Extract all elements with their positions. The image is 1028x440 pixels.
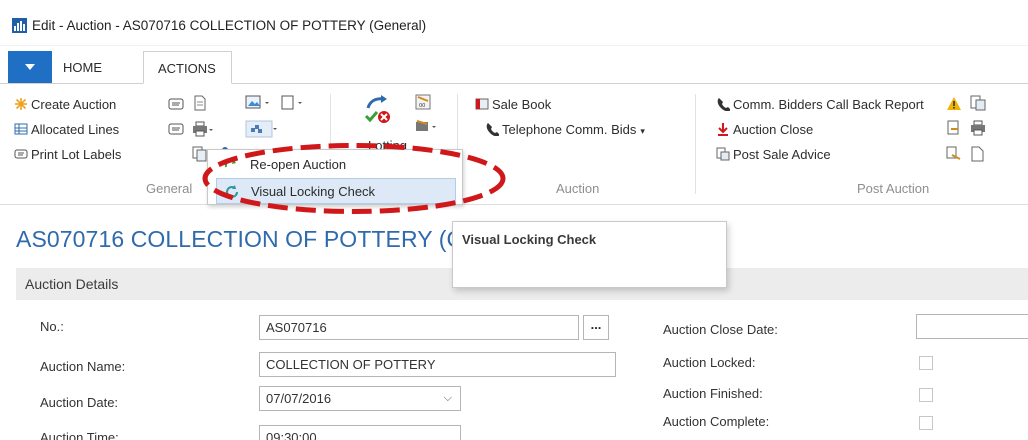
group-separator	[695, 94, 696, 194]
ribbon-divider	[0, 204, 1028, 205]
auction-complete-label: Auction Complete:	[663, 414, 770, 429]
book-icon	[475, 98, 489, 110]
auction-time-field[interactable]: 09:30:00	[259, 425, 461, 440]
auction-close-label: Auction Close	[733, 122, 814, 137]
auction-close-date-label: Auction Close Date:	[663, 322, 778, 337]
auction-complete-checkbox[interactable]	[919, 416, 933, 430]
auction-close-button[interactable]: Auction Close	[716, 119, 813, 141]
file-menu-button[interactable]	[8, 51, 52, 83]
create-auction-button[interactable]: Create Auction	[14, 94, 116, 116]
section-title: Auction Details	[25, 276, 119, 292]
list-icon[interactable]	[168, 122, 184, 136]
create-auction-label: Create Auction	[31, 97, 117, 112]
window-title: Edit - Auction - AS070716 COLLECTION OF …	[32, 18, 427, 33]
phone-icon	[486, 123, 499, 136]
calculator-icon[interactable]: 00	[415, 94, 431, 110]
chevron-down-icon	[25, 64, 35, 70]
auction-date-label: Auction Date:	[40, 395, 119, 410]
tooltip: Visual Locking Check	[452, 221, 727, 288]
auction-date-field[interactable]: 07/07/2016 ⌵	[259, 386, 461, 411]
post-sale-advice-label: Post Sale Advice	[733, 147, 831, 162]
group-label-post-auction: Post Auction	[857, 181, 930, 196]
print-lot-labels-label: Print Lot Labels	[31, 147, 122, 162]
tab-actions-label: ACTIONS	[158, 61, 216, 76]
comm-bidders-report-label: Comm. Bidders Call Back Report	[733, 97, 924, 112]
group-label-auction: Auction	[556, 181, 600, 196]
print-run-icon[interactable]	[414, 119, 444, 135]
tab-home[interactable]: HOME	[63, 60, 102, 75]
auction-time-label: Auction Time:	[40, 430, 119, 440]
printer-icon[interactable]	[192, 121, 214, 137]
report-icon[interactable]	[970, 95, 986, 111]
page-title: AS070716 COLLECTION OF POTTERY (G	[16, 226, 465, 252]
auction-locked-label: Auction Locked:	[663, 355, 756, 370]
puzzle-icon[interactable]	[245, 120, 279, 138]
phone-icon	[717, 98, 730, 111]
arrow-down-icon	[718, 123, 728, 136]
sale-book-label: Sale Book	[492, 97, 552, 112]
auction-date-value: 07/07/2016	[266, 391, 332, 406]
table-icon	[14, 123, 28, 135]
auction-finished-checkbox[interactable]	[919, 388, 933, 402]
auction-close-date-field[interactable]	[916, 314, 1028, 339]
post-sale-advice-button[interactable]: Post Sale Advice	[716, 144, 831, 166]
export-icon[interactable]	[946, 120, 962, 136]
allocated-lines-button[interactable]: Allocated Lines	[14, 119, 119, 141]
svg-text:00: 00	[419, 103, 425, 109]
chevron-down-icon[interactable]: ⌵	[444, 387, 452, 410]
telephone-comm-bids-label: Telephone Comm. Bids	[502, 122, 637, 137]
sparkle-icon	[15, 98, 27, 110]
sale-book-button[interactable]: Sale Book	[475, 94, 551, 116]
document-icon[interactable]	[193, 95, 207, 111]
page-icon[interactable]	[970, 146, 986, 162]
group-label-general: General	[146, 181, 193, 196]
list-icon[interactable]	[168, 97, 184, 111]
tooltip-title: Visual Locking Check	[462, 232, 597, 247]
app-window: Edit - Auction - AS070716 COLLECTION OF …	[0, 0, 1028, 440]
allocated-lines-label: Allocated Lines	[31, 122, 120, 137]
auction-name-field[interactable]: COLLECTION OF POTTERY	[259, 352, 616, 377]
auction-name-label: Auction Name:	[40, 359, 126, 374]
telephone-comm-bids-button[interactable]: Telephone Comm. Bids ▾	[485, 119, 645, 141]
printer-icon[interactable]	[970, 120, 986, 136]
app-icon	[12, 18, 27, 33]
label-icon	[14, 149, 28, 159]
tab-actions[interactable]: ACTIONS	[143, 51, 232, 84]
no-field[interactable]: AS070716	[259, 315, 579, 340]
no-label: No.:	[40, 319, 64, 334]
post-document-icon	[716, 147, 730, 161]
image-icon[interactable]	[245, 95, 275, 111]
lotting-icon[interactable]	[362, 92, 392, 126]
send-icon[interactable]	[946, 146, 962, 162]
highlight-ellipse	[202, 143, 506, 214]
blank-page-icon[interactable]	[280, 95, 310, 111]
warning-icon[interactable]	[946, 96, 962, 111]
auction-finished-label: Auction Finished:	[663, 386, 763, 401]
comm-bidders-report-button[interactable]: Comm. Bidders Call Back Report	[716, 94, 924, 116]
chevron-down-icon: ▾	[640, 126, 645, 136]
print-lot-labels-button[interactable]: Print Lot Labels	[14, 144, 121, 166]
assist-edit-button[interactable]: ...	[583, 315, 609, 340]
auction-locked-checkbox[interactable]	[919, 356, 933, 370]
